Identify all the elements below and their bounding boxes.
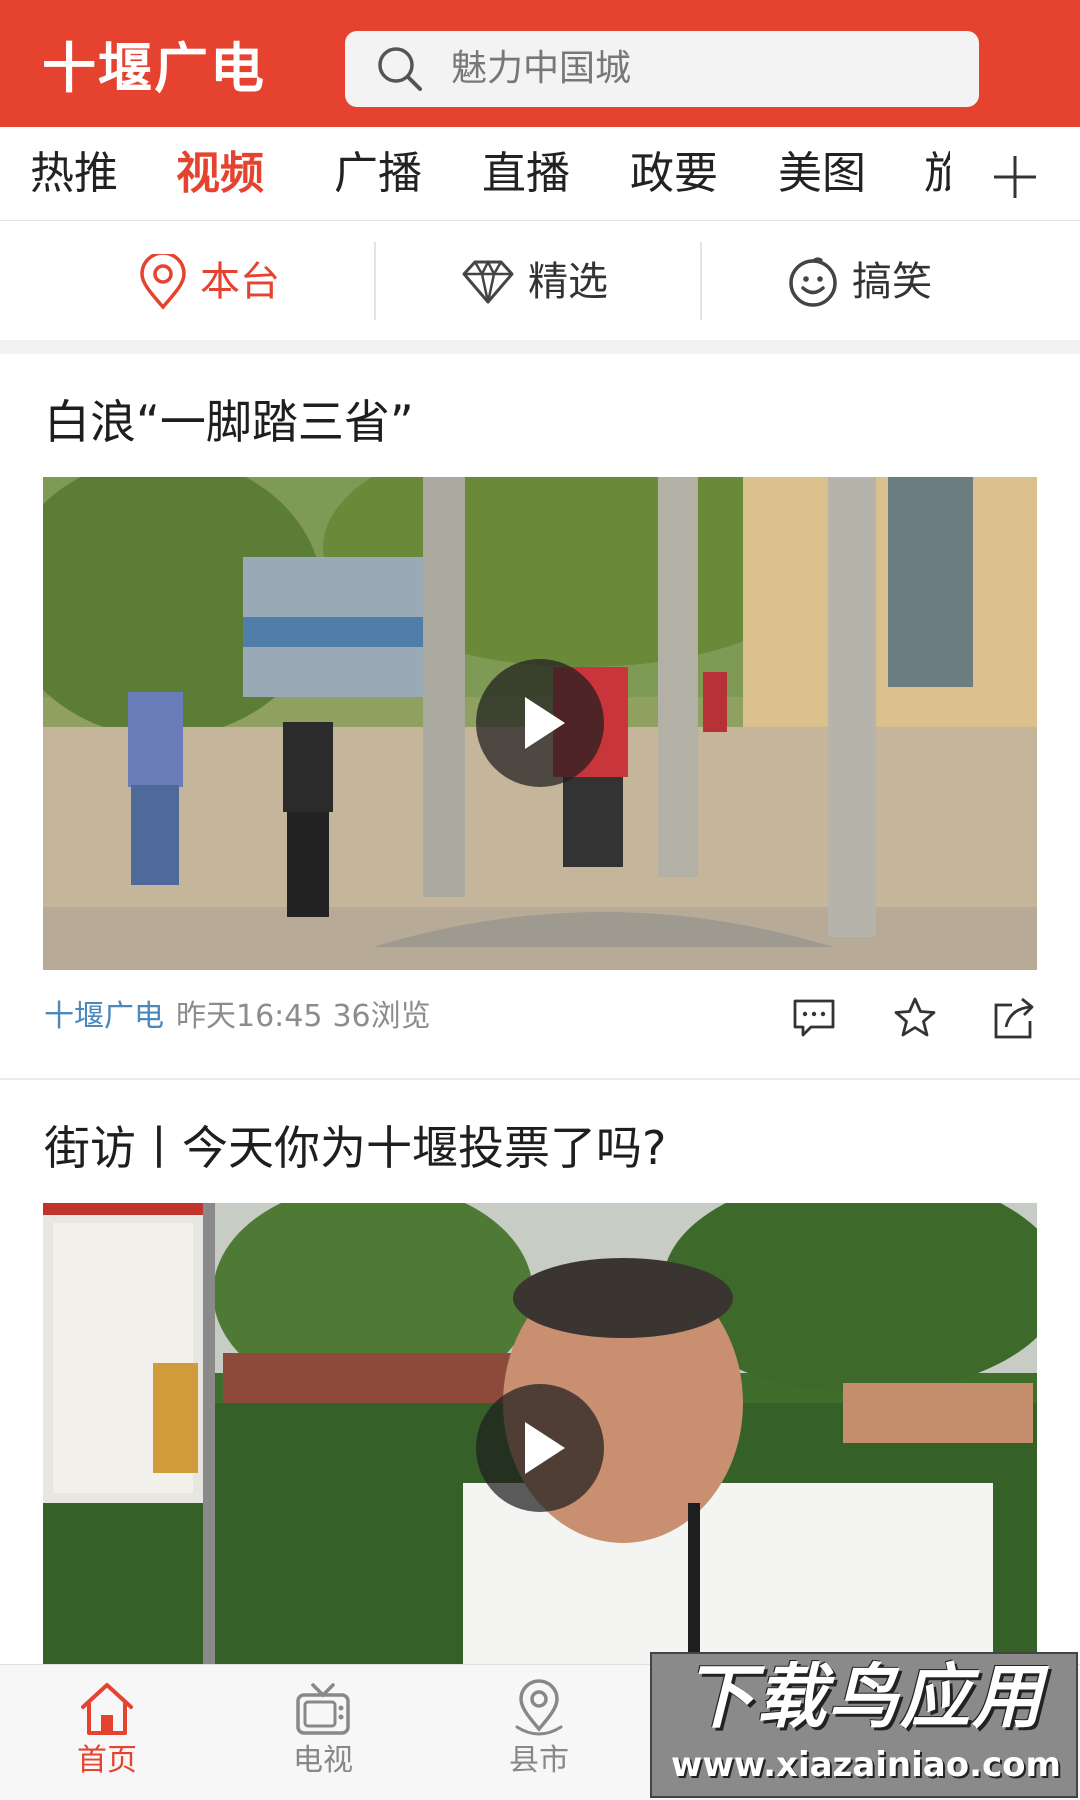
tv-icon	[296, 1683, 350, 1735]
article-views: 36浏览	[332, 999, 431, 1034]
share-icon[interactable]	[992, 995, 1038, 1041]
play-button[interactable]	[476, 1384, 604, 1512]
filter-featured[interactable]: 精选	[460, 244, 608, 320]
video-thumbnail[interactable]	[43, 1203, 1037, 1664]
divider	[700, 242, 702, 320]
diamond-icon	[462, 260, 514, 304]
video-thumbnail[interactable]	[43, 477, 1037, 970]
filter-local-label: 本台	[200, 259, 280, 305]
nav-tv-label: 电视	[293, 1743, 353, 1778]
app-screen: 十堰广电 魅力中国城 热推 视频 广播 直播 政要 美图 旅	[0, 0, 1080, 1800]
search-placeholder: 魅力中国城	[451, 48, 632, 89]
tab-hot[interactable]: 热推	[30, 149, 118, 199]
channel-tabs: 热推 视频 广播 直播 政要 美图 旅	[0, 127, 1080, 221]
add-channel-icon[interactable]	[990, 152, 1040, 202]
tab-radio[interactable]: 广播	[334, 149, 422, 199]
article-divider	[0, 1078, 1080, 1080]
play-button[interactable]	[476, 659, 604, 787]
tab-travel-clipped[interactable]: 旅	[924, 149, 950, 199]
site-watermark: 下载鸟应用 www.xiazainiao.com	[650, 1652, 1078, 1798]
tab-video[interactable]: 视频	[176, 149, 264, 199]
section-gap	[0, 340, 1080, 354]
watermark-url: www.xiazainiao.com	[671, 1745, 1061, 1785]
nav-home-label: 首页	[77, 1743, 137, 1778]
search-icon	[378, 47, 422, 91]
smiley-icon	[789, 257, 837, 307]
article-source[interactable]: 十堰广电	[44, 999, 164, 1034]
nav-county[interactable]: 县市	[459, 1679, 619, 1799]
app-header: 十堰广电 魅力中国城	[0, 0, 1080, 127]
search-bar[interactable]: 魅力中国城	[345, 31, 979, 107]
tab-travel: 旅	[924, 149, 950, 199]
nav-tv[interactable]: 电视	[243, 1679, 403, 1799]
nav-county-label: 县市	[509, 1743, 569, 1778]
tab-live[interactable]: 直播	[482, 149, 570, 199]
article-meta: 十堰广电 昨天16:45 36浏览	[44, 995, 441, 1039]
filter-funny-label: 搞笑	[852, 259, 932, 305]
article-title[interactable]: 街访丨今天你为十堰投票了吗?	[44, 1118, 666, 1178]
filter-local[interactable]: 本台	[138, 244, 280, 320]
home-icon	[81, 1683, 133, 1735]
article-time: 昨天16:45	[176, 999, 323, 1034]
app-logo[interactable]: 十堰广电	[42, 36, 266, 102]
tab-politics[interactable]: 政要	[630, 149, 718, 199]
sub-filter-bar: 本台 精选 搞笑	[0, 222, 1080, 340]
location-pin-icon	[140, 254, 186, 310]
star-icon[interactable]	[892, 995, 938, 1041]
tab-photos[interactable]: 美图	[778, 149, 866, 199]
nav-home[interactable]: 首页	[27, 1679, 187, 1799]
article-title[interactable]: 白浪“一脚踏三省”	[44, 392, 414, 452]
location-pin-icon	[515, 1679, 563, 1736]
watermark-title: 下载鸟应用	[684, 1656, 1044, 1738]
comment-icon[interactable]	[791, 995, 837, 1041]
filter-funny[interactable]: 搞笑	[786, 244, 932, 320]
filter-featured-label: 精选	[528, 259, 608, 305]
divider	[374, 242, 376, 320]
